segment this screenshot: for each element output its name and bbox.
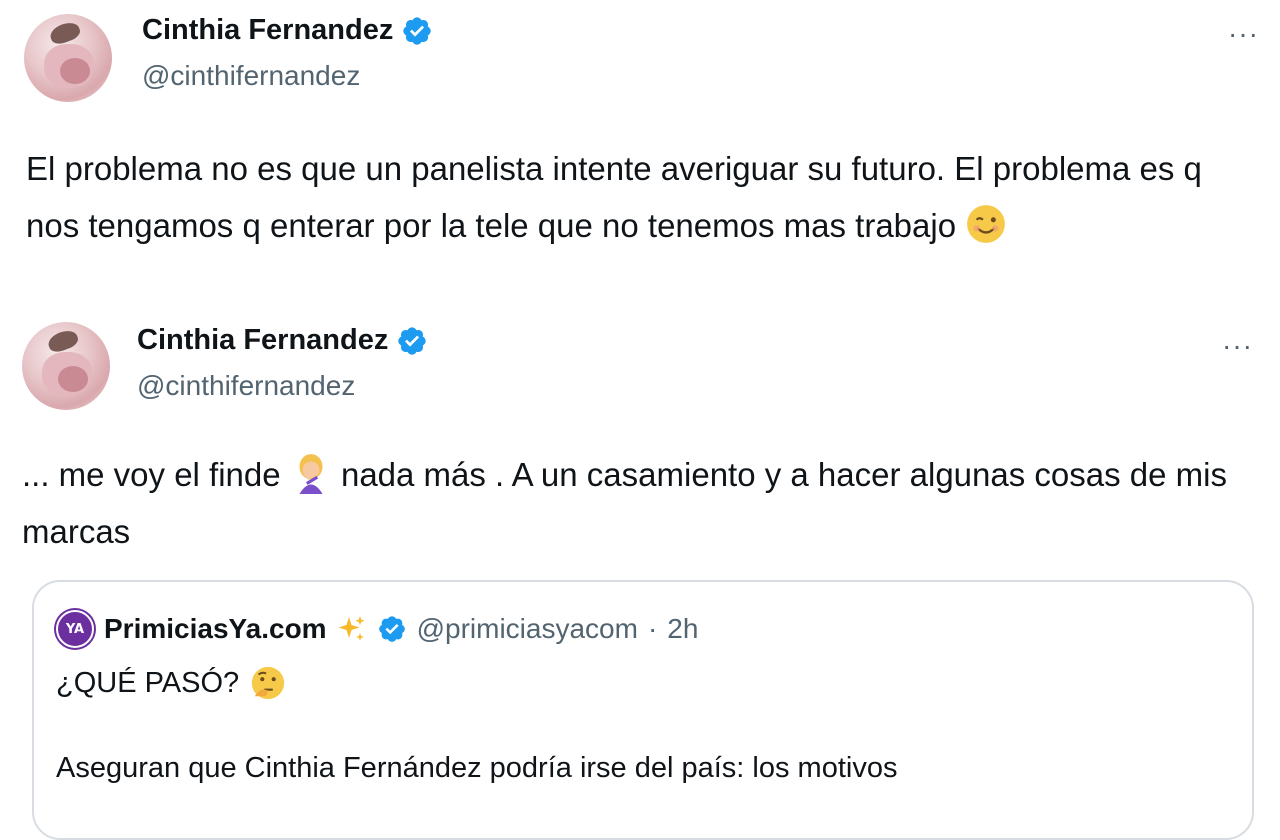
author-row: Cinthia Fernandez bbox=[137, 324, 428, 357]
quoted-author-name[interactable]: PrimiciasYa.com bbox=[104, 613, 327, 645]
author-row: Cinthia Fernandez bbox=[142, 14, 433, 47]
winking-face-emoji-icon bbox=[967, 205, 1006, 243]
author-name[interactable]: Cinthia Fernandez bbox=[137, 324, 388, 357]
author-handle[interactable]: @cinthifernandez bbox=[142, 60, 360, 92]
quoted-text-line2: Aseguran que Cinthia Fernández podría ir… bbox=[56, 752, 898, 784]
tweet-text: El problema no es que un panelista inten… bbox=[26, 140, 1256, 254]
quoted-avatar[interactable]: YA bbox=[56, 610, 94, 648]
more-options-icon[interactable]: ··· bbox=[1222, 332, 1253, 360]
avatar[interactable] bbox=[24, 14, 112, 102]
more-options-icon[interactable]: ··· bbox=[1228, 20, 1259, 48]
woman-facepalming-emoji-icon bbox=[299, 454, 323, 494]
author-name[interactable]: Cinthia Fernandez bbox=[142, 14, 393, 47]
tweet-text: ... me voy el finde nada más . A un casa… bbox=[22, 446, 1252, 560]
tweet-2[interactable]: Cinthia Fernandez @cinthifernandez ··· .… bbox=[0, 318, 1280, 840]
separator-dot: · bbox=[647, 613, 658, 644]
quoted-text-line1: ¿QUÉ PASÓ? bbox=[56, 664, 287, 702]
avatar[interactable] bbox=[22, 322, 110, 410]
author-handle[interactable]: @cinthifernandez bbox=[137, 370, 355, 402]
tweet-text-part1: ... me voy el finde bbox=[22, 456, 281, 493]
tweet-text-content: El problema no es que un panelista inten… bbox=[26, 150, 1202, 244]
tweet-1[interactable]: Cinthia Fernandez @cinthifernandez ··· E… bbox=[0, 0, 1280, 310]
verified-badge-icon bbox=[398, 326, 427, 355]
sparkles-emoji-icon bbox=[338, 616, 365, 641]
verified-badge-icon bbox=[403, 16, 432, 45]
quoted-tweet-card[interactable]: YA PrimiciasYa.com @primiciasyacom · 2h … bbox=[32, 580, 1254, 840]
quoted-tweet-header: YA PrimiciasYa.com @primiciasyacom · 2h bbox=[56, 610, 698, 648]
quoted-timestamp[interactable]: 2h bbox=[667, 613, 698, 645]
verified-badge-icon bbox=[378, 616, 405, 642]
quoted-headline: ¿QUÉ PASÓ? bbox=[56, 666, 240, 699]
thinking-face-emoji-icon bbox=[252, 666, 285, 700]
quoted-author-handle[interactable]: @primiciasyacom bbox=[417, 613, 638, 645]
